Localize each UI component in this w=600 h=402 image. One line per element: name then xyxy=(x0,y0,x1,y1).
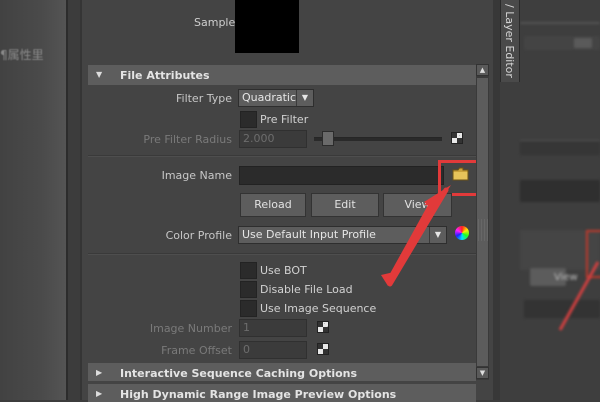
hdr-preview-header[interactable]: ▶ High Dynamic Range Image Preview Optio… xyxy=(88,384,476,402)
file-attributes-header[interactable]: ▼ File Attributes xyxy=(88,65,476,85)
hdr-preview-title: High Dynamic Range Image Preview Options xyxy=(120,388,397,401)
disable-file-load-checkbox[interactable] xyxy=(240,281,257,298)
image-name-label: Image Name xyxy=(161,169,232,182)
pre-filter-radius-label: Pre Filter Radius xyxy=(143,133,232,146)
layer-editor-tab-label: / Layer Editor xyxy=(503,4,516,78)
color-wheel-icon[interactable] xyxy=(455,226,469,240)
filter-type-value: Quadratic xyxy=(242,91,297,104)
map-texture-icon[interactable] xyxy=(317,343,329,355)
image-number-field[interactable]: 1 xyxy=(239,319,307,337)
frame-offset-field[interactable]: 0 xyxy=(239,341,307,359)
sample-swatch xyxy=(235,0,299,53)
filter-type-label: Filter Type xyxy=(175,92,232,105)
image-name-input[interactable] xyxy=(239,166,444,185)
scroll-down-icon[interactable]: ▼ xyxy=(476,367,489,379)
background-view-label: View xyxy=(554,272,578,283)
expand-triangle-icon: ▶ xyxy=(96,368,103,377)
frame-offset-label: Frame Offset xyxy=(161,344,232,357)
map-texture-icon[interactable] xyxy=(451,132,463,144)
sample-label: Sample xyxy=(194,16,236,29)
image-number-label: Image Number xyxy=(149,322,232,335)
color-profile-dropdown[interactable]: Use Default Input Profile ▼ xyxy=(238,226,447,244)
file-attributes-title: File Attributes xyxy=(120,69,210,82)
chevron-down-icon: ▼ xyxy=(296,90,313,106)
pre-filter-radius-field[interactable]: 2.000 xyxy=(239,130,307,148)
pre-filter-radius-slider-handle[interactable] xyxy=(322,131,334,146)
use-bot-label: Use BOT xyxy=(260,264,307,277)
edit-button[interactable]: Edit xyxy=(311,193,379,217)
view-button[interactable]: View xyxy=(383,193,452,217)
color-profile-label: Color Profile xyxy=(165,229,232,242)
collapse-triangle-icon: ▼ xyxy=(96,70,103,79)
scroll-up-icon[interactable]: ▲ xyxy=(476,64,489,76)
use-bot-checkbox[interactable] xyxy=(240,262,257,279)
color-profile-value: Use Default Input Profile xyxy=(242,228,376,241)
layer-editor-tab[interactable]: / Layer Editor xyxy=(500,0,520,82)
scrollbar-grip-icon xyxy=(478,219,488,241)
pre-filter-label: Pre Filter xyxy=(260,113,309,126)
pre-filter-checkbox[interactable] xyxy=(240,111,257,128)
disable-file-load-label: Disable File Load xyxy=(260,283,353,296)
filter-type-dropdown[interactable]: Quadratic ▼ xyxy=(238,89,314,107)
interactive-caching-title: Interactive Sequence Caching Options xyxy=(120,367,358,380)
chevron-down-icon: ▼ xyxy=(429,227,446,243)
use-image-sequence-label: Use Image Sequence xyxy=(260,302,377,315)
expand-triangle-icon: ▶ xyxy=(96,389,103,398)
reload-button[interactable]: Reload xyxy=(240,193,306,217)
left-background-panel: ¶属性里 xyxy=(0,0,68,400)
left-background-text: ¶属性里 xyxy=(0,48,44,62)
interactive-caching-header[interactable]: ▶ Interactive Sequence Caching Options xyxy=(88,363,476,381)
use-image-sequence-checkbox[interactable] xyxy=(240,300,257,317)
map-texture-icon[interactable] xyxy=(317,321,329,333)
